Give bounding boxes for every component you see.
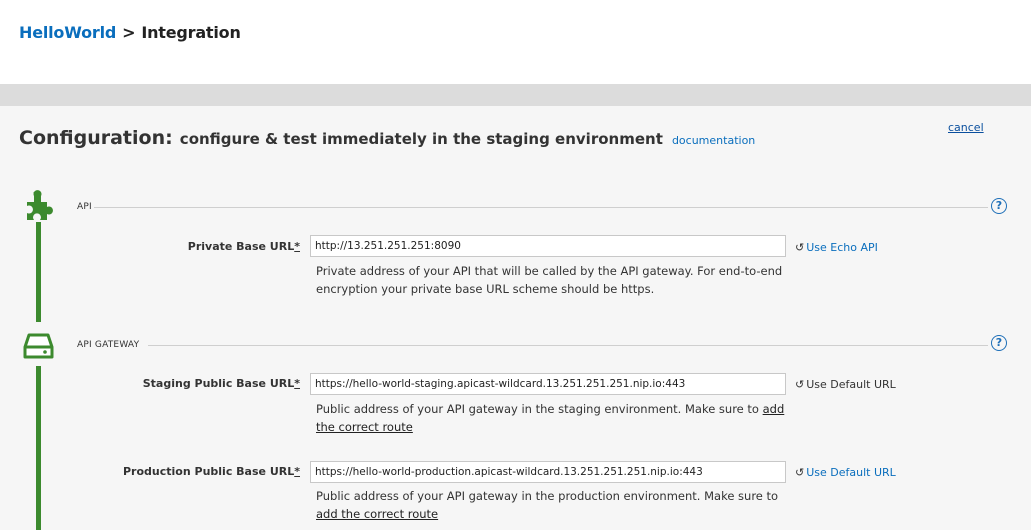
api-section-rule [94,207,988,208]
production-add-route-link[interactable]: add the correct route [316,507,438,521]
breadcrumb-separator: > [122,23,136,42]
gateway-section-rule [148,345,988,346]
undo-icon: ↺ [795,241,805,254]
private-base-url-input[interactable] [310,235,786,257]
production-use-default-url-button[interactable]: ↺ Use Default URL [795,466,896,479]
private-base-url-label: Private Base URL* [187,240,300,253]
private-base-url-help: Private address of your API that will be… [316,264,783,296]
undo-icon: ↺ [795,466,805,479]
breadcrumb-current: Integration [141,23,241,42]
staging-url-label: Staging Public Base URL* [142,377,300,390]
breadcrumb: HelloWorld > Integration [19,23,241,42]
page-title: Configuration: configure & test immediat… [19,127,755,149]
server-icon [23,333,54,359]
gateway-section-line [36,366,41,530]
staging-url-input[interactable] [310,373,786,395]
header-divider-bar [0,84,1031,106]
puzzle-piece-icon [27,190,53,220]
gateway-section-label: API GATEWAY [77,340,140,350]
cancel-link[interactable]: cancel [948,121,984,134]
use-echo-api-button[interactable]: ↺ Use Echo API [795,241,878,254]
staging-url-help: Public address of your API gateway in th… [316,402,785,434]
production-url-input[interactable] [310,461,786,483]
config-subtitle: configure & test immediately in the stag… [179,130,663,148]
undo-icon: ↺ [795,378,805,391]
production-url-label: Production Public Base URL* [123,465,300,478]
api-section-line [36,222,41,322]
breadcrumb-helloworld-link[interactable]: HelloWorld [19,23,116,42]
api-section-label: API [77,202,92,212]
documentation-link[interactable]: documentation [672,134,755,147]
production-url-help: Public address of your API gateway in th… [316,489,779,521]
question-circle-icon[interactable]: ? [991,335,1007,351]
staging-use-default-url-button[interactable]: ↺ Use Default URL [795,378,896,391]
page-header: HelloWorld > Integration [0,0,1035,84]
config-title: Configuration: [19,127,173,149]
question-circle-icon[interactable]: ? [991,198,1007,214]
